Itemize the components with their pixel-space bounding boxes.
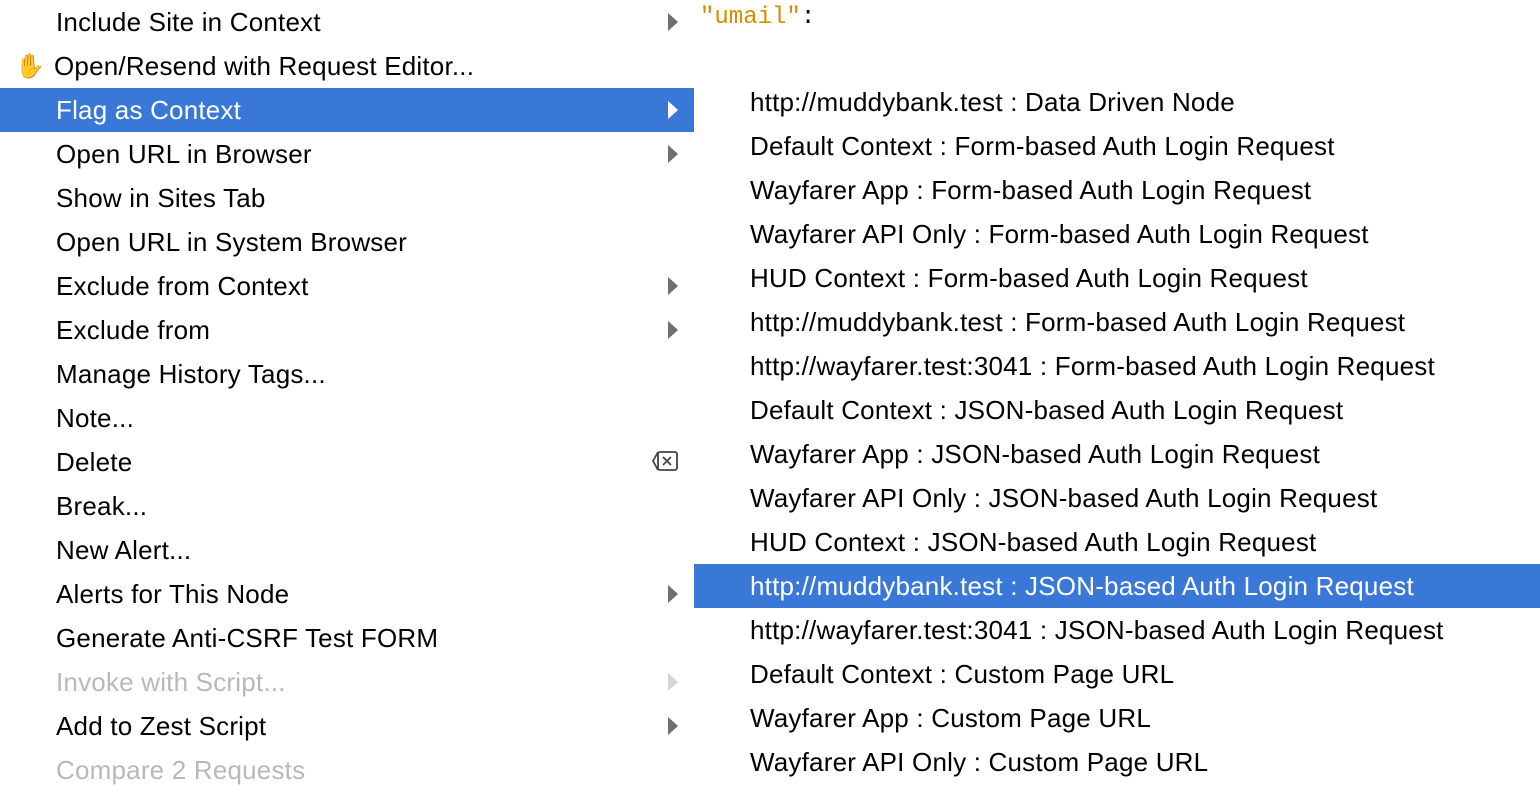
menu-item-label: Delete xyxy=(56,447,644,478)
submenu-item-label: http://muddybank.test : JSON-based Auth … xyxy=(750,571,1522,602)
menu-item-label: Open URL in Browser xyxy=(56,139,658,170)
menu-item-label: Manage History Tags... xyxy=(56,359,678,390)
submenu-arrow-icon xyxy=(668,673,678,691)
submenu-arrow-icon xyxy=(668,101,678,119)
submenu-item-label: Wayfarer App : JSON-based Auth Login Req… xyxy=(750,439,1522,470)
submenu-arrow-icon xyxy=(668,717,678,735)
submenu-item-label: Default Context : Custom Page URL xyxy=(750,659,1522,690)
menu-item-flag-as-context[interactable]: Flag as Context xyxy=(0,88,696,132)
menu-item-new-alert[interactable]: New Alert... xyxy=(0,528,696,572)
submenu-item-http-wayfarer-test-3041-json-based-auth-login-requ[interactable]: http://wayfarer.test:3041 : JSON-based A… xyxy=(694,608,1540,652)
menu-item-include-site-in-context[interactable]: Include Site in Context xyxy=(0,0,696,44)
menu-item-open-url-in-system-browser[interactable]: Open URL in System Browser xyxy=(0,220,696,264)
submenu-item-label: Wayfarer API Only : JSON-based Auth Logi… xyxy=(750,483,1522,514)
menu-item-show-in-sites-tab[interactable]: Show in Sites Tab xyxy=(0,176,696,220)
submenu-item-http-muddybank-test-data-driven-node[interactable]: http://muddybank.test : Data Driven Node xyxy=(694,80,1540,124)
submenu-item-label: HUD Context : JSON-based Auth Login Requ… xyxy=(750,527,1522,558)
submenu-item-label: Wayfarer API Only : Form-based Auth Logi… xyxy=(750,219,1522,250)
submenu-item-label: Default Context : JSON-based Auth Login … xyxy=(750,395,1522,426)
flag-as-context-submenu: http://muddybank.test : Data Driven Node… xyxy=(694,80,1540,784)
menu-item-break[interactable]: Break... xyxy=(0,484,696,528)
menu-item-label: Exclude from xyxy=(56,315,658,346)
json-colon: : xyxy=(801,4,815,31)
submenu-arrow-icon xyxy=(668,145,678,163)
submenu-item-default-context-custom-page-url[interactable]: Default Context : Custom Page URL xyxy=(694,652,1540,696)
submenu-item-label: Wayfarer App : Form-based Auth Login Req… xyxy=(750,175,1522,206)
background-code: "umail": xyxy=(700,4,815,31)
submenu-item-wayfarer-app-custom-page-url[interactable]: Wayfarer App : Custom Page URL xyxy=(694,696,1540,740)
submenu-item-wayfarer-app-form-based-auth-login-request[interactable]: Wayfarer App : Form-based Auth Login Req… xyxy=(694,168,1540,212)
submenu-arrow-icon xyxy=(668,13,678,31)
delete-icon xyxy=(644,447,678,478)
menu-item-label: Invoke with Script... xyxy=(56,667,658,698)
submenu-item-hud-context-json-based-auth-login-request[interactable]: HUD Context : JSON-based Auth Login Requ… xyxy=(694,520,1540,564)
menu-item-label: Add to Zest Script xyxy=(56,711,658,742)
menu-item-note[interactable]: Note... xyxy=(0,396,696,440)
submenu-item-http-muddybank-test-form-based-auth-login-request[interactable]: http://muddybank.test : Form-based Auth … xyxy=(694,300,1540,344)
menu-item-label: Note... xyxy=(56,403,678,434)
submenu-item-wayfarer-api-only-custom-page-url[interactable]: Wayfarer API Only : Custom Page URL xyxy=(694,740,1540,784)
submenu-item-label: http://wayfarer.test:3041 : Form-based A… xyxy=(750,351,1522,382)
menu-item-label: Exclude from Context xyxy=(56,271,658,302)
menu-item-exclude-from[interactable]: Exclude from xyxy=(0,308,696,352)
submenu-arrow-icon xyxy=(668,277,678,295)
menu-item-label: Break... xyxy=(56,491,678,522)
submenu-arrow-icon xyxy=(668,321,678,339)
menu-item-exclude-from-context[interactable]: Exclude from Context xyxy=(0,264,696,308)
menu-item-generate-anti-csrf-test-form[interactable]: Generate Anti-CSRF Test FORM xyxy=(0,616,696,660)
menu-item-compare-2-requests: Compare 2 Requests xyxy=(0,748,696,792)
menu-item-open-url-in-browser[interactable]: Open URL in Browser xyxy=(0,132,696,176)
submenu-item-label: http://muddybank.test : Data Driven Node xyxy=(750,87,1522,118)
menu-item-label: Compare 2 Requests xyxy=(56,755,678,786)
submenu-item-default-context-form-based-auth-login-request[interactable]: Default Context : Form-based Auth Login … xyxy=(694,124,1540,168)
menu-item-invoke-with-script: Invoke with Script... xyxy=(0,660,696,704)
menu-item-label: Generate Anti-CSRF Test FORM xyxy=(56,623,678,654)
menu-item-manage-history-tags[interactable]: Manage History Tags... xyxy=(0,352,696,396)
menu-item-label: Flag as Context xyxy=(56,95,658,126)
hand-icon: ✋ xyxy=(12,52,48,81)
menu-item-label: Include Site in Context xyxy=(56,7,658,38)
submenu-item-wayfarer-app-json-based-auth-login-request[interactable]: Wayfarer App : JSON-based Auth Login Req… xyxy=(694,432,1540,476)
submenu-item-wayfarer-api-only-form-based-auth-login-request[interactable]: Wayfarer API Only : Form-based Auth Logi… xyxy=(694,212,1540,256)
menu-item-add-to-zest-script[interactable]: Add to Zest Script xyxy=(0,704,696,748)
submenu-item-label: Default Context : Form-based Auth Login … xyxy=(750,131,1522,162)
submenu-item-label: Wayfarer API Only : Custom Page URL xyxy=(750,747,1522,778)
json-key: "umail" xyxy=(700,4,801,31)
submenu-item-http-muddybank-test-json-based-auth-login-request[interactable]: http://muddybank.test : JSON-based Auth … xyxy=(694,564,1540,608)
menu-item-label: Show in Sites Tab xyxy=(56,183,678,214)
menu-item-alerts-for-this-node[interactable]: Alerts for This Node xyxy=(0,572,696,616)
submenu-item-wayfarer-api-only-json-based-auth-login-request[interactable]: Wayfarer API Only : JSON-based Auth Logi… xyxy=(694,476,1540,520)
menu-item-open-resend-with-request-editor[interactable]: ✋Open/Resend with Request Editor... xyxy=(0,44,696,88)
submenu-item-label: Wayfarer App : Custom Page URL xyxy=(750,703,1522,734)
menu-item-label: Open URL in System Browser xyxy=(56,227,678,258)
submenu-item-hud-context-form-based-auth-login-request[interactable]: HUD Context : Form-based Auth Login Requ… xyxy=(694,256,1540,300)
submenu-item-default-context-json-based-auth-login-request[interactable]: Default Context : JSON-based Auth Login … xyxy=(694,388,1540,432)
submenu-arrow-icon xyxy=(668,585,678,603)
context-menu: Include Site in Context ✋Open/Resend with… xyxy=(0,0,696,792)
submenu-item-label: http://muddybank.test : Form-based Auth … xyxy=(750,307,1522,338)
menu-item-label: New Alert... xyxy=(56,535,678,566)
menu-item-delete[interactable]: Delete xyxy=(0,440,696,484)
submenu-item-label: http://wayfarer.test:3041 : JSON-based A… xyxy=(750,615,1522,646)
submenu-item-label: HUD Context : Form-based Auth Login Requ… xyxy=(750,263,1522,294)
submenu-item-http-wayfarer-test-3041-form-based-auth-login-requ[interactable]: http://wayfarer.test:3041 : Form-based A… xyxy=(694,344,1540,388)
menu-item-label: Open/Resend with Request Editor... xyxy=(54,51,678,82)
menu-item-label: Alerts for This Node xyxy=(56,579,658,610)
